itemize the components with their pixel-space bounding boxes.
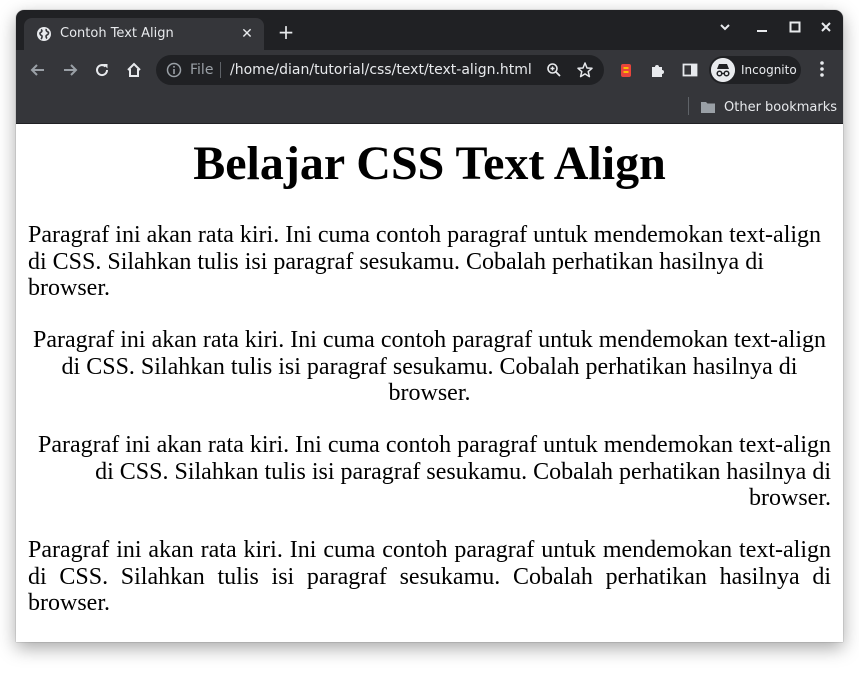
forward-button[interactable] — [58, 58, 82, 82]
reload-icon — [96, 64, 109, 77]
zoom-icon[interactable] — [546, 62, 562, 78]
url-text[interactable]: /home/dian/tutorial/css/text/text-align.… — [230, 61, 532, 79]
address-bar[interactable]: File /home/dian/tutorial/css/text/text-a… — [156, 55, 604, 85]
paragraph-justify: Paragraf ini akan rata kiri. Ini cuma co… — [28, 537, 831, 616]
incognito-icon — [711, 58, 735, 82]
paragraph-right: Paragraf ini akan rata kiri. Ini cuma co… — [37, 432, 831, 511]
info-icon[interactable] — [166, 62, 182, 78]
window-close-button[interactable] — [814, 20, 838, 40]
arrow-left-icon — [30, 64, 44, 76]
extension-icon[interactable] — [617, 61, 635, 79]
bookmarks-divider — [688, 97, 689, 115]
kebab-menu-icon — [820, 61, 824, 77]
bookmark-star-icon[interactable] — [576, 61, 594, 79]
folder-icon — [701, 102, 715, 113]
page-content: Belajar CSS Text Align Paragraf ini akan… — [16, 124, 843, 642]
other-bookmarks-button[interactable]: Other bookmarks — [700, 97, 837, 117]
page-heading: Belajar CSS Text Align — [193, 137, 666, 190]
tab-strip: Contoh Text Align ✕ + — [16, 10, 843, 50]
extensions-puzzle-icon[interactable] — [649, 61, 667, 79]
browser-toolbar: File /home/dian/tutorial/css/text/text-a… — [16, 50, 843, 90]
side-panel-icon[interactable] — [681, 61, 699, 79]
tab-close-icon[interactable]: ✕ — [238, 25, 256, 43]
tab-title: Contoh Text Align — [60, 26, 174, 41]
url-scheme: File — [190, 62, 214, 78]
maximize-button[interactable] — [783, 20, 807, 40]
incognito-label: Incognito — [741, 63, 797, 77]
home-button[interactable] — [122, 58, 146, 82]
url-separator — [220, 62, 221, 78]
home-icon — [127, 62, 141, 77]
back-button[interactable] — [26, 58, 50, 82]
other-bookmarks-label: Other bookmarks — [724, 99, 838, 115]
bookmarks-bar: Other bookmarks — [16, 90, 843, 124]
tab-search-icon[interactable] — [713, 20, 737, 40]
browser-window: Contoh Text Align ✕ + File /home/dian/tu… — [16, 10, 843, 642]
arrow-right-icon — [64, 64, 78, 76]
minimize-button[interactable] — [750, 20, 774, 40]
globe-icon — [37, 27, 51, 41]
browser-menu-button[interactable] — [812, 60, 832, 80]
new-tab-button[interactable]: + — [276, 22, 296, 42]
paragraph-center: Paragraf ini akan rata kiri. Ini cuma co… — [32, 327, 827, 406]
reload-button[interactable] — [90, 58, 114, 82]
tab-active[interactable]: Contoh Text Align ✕ — [24, 18, 264, 50]
incognito-profile-button[interactable]: Incognito — [709, 56, 801, 84]
paragraph-left: Paragraf ini akan rata kiri. Ini cuma co… — [28, 222, 822, 301]
